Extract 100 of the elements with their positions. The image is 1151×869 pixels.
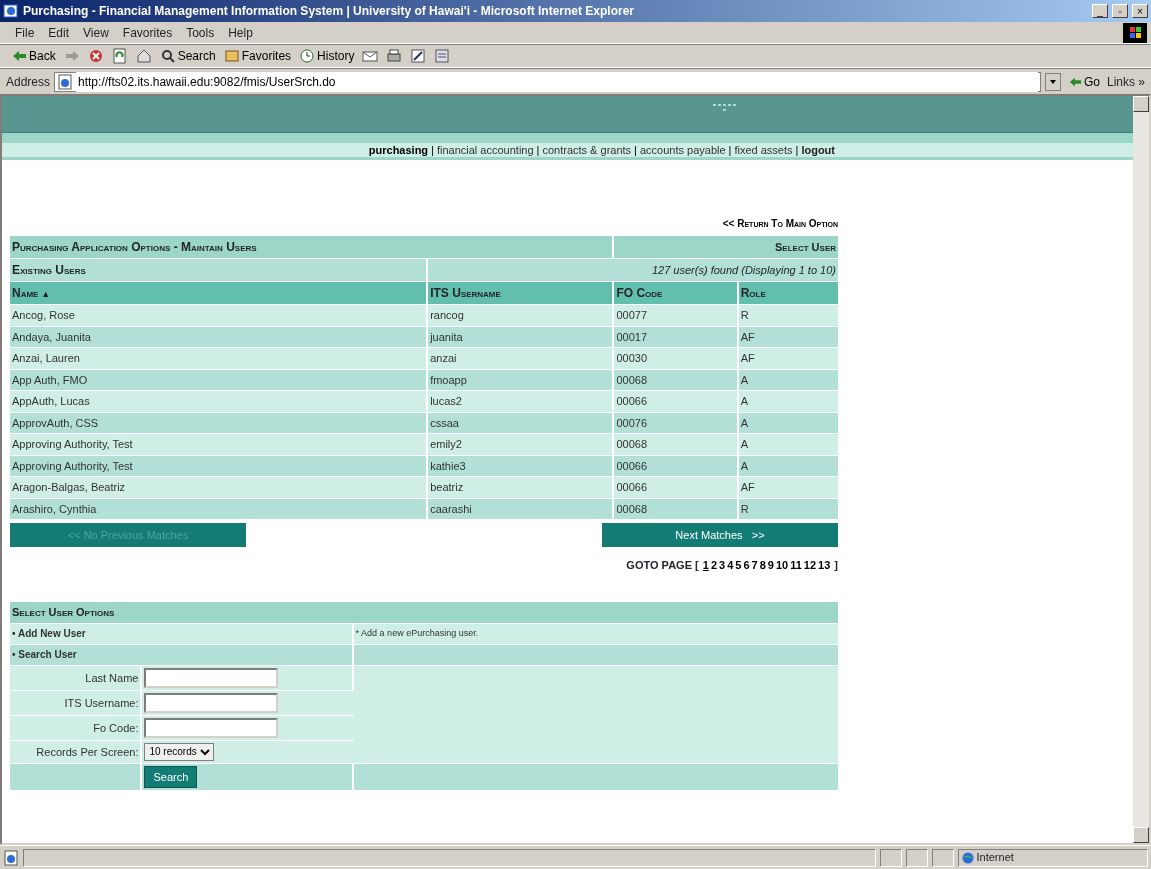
table-cell: 00066 [614,391,739,412]
clock-icon [299,48,316,64]
name-cell[interactable]: Arashiro, Cynthia [10,498,429,519]
separator: | [430,142,435,158]
name-cell[interactable]: Anzai, Lauren [10,348,429,369]
separator: | [727,142,733,158]
table-cell: 00066 [614,477,739,498]
search-button[interactable]: Search [144,765,198,789]
page-link[interactable]: 6 [743,558,750,571]
goto-label: ] [834,558,838,571]
table-cell: anzai [428,348,615,369]
maximize-button[interactable]: ▫ [1112,4,1128,18]
menu-item[interactable]: Favorites [115,23,180,42]
return-link[interactable]: << Return To Main Option [722,216,838,231]
table-cell: 00068 [614,434,739,455]
field-label: Records Per Screen: [10,740,143,763]
address-field[interactable]: http://fts02.its.hawaii.edu:9082/fmis/UserSrch.do [54,71,1041,92]
menu-item[interactable]: File [8,23,42,42]
search-icon [159,48,176,64]
globe-icon [961,851,974,864]
page-icon [57,73,74,90]
page-link[interactable]: 8 [759,558,766,571]
table-cell-text: R [739,308,750,323]
status-pane [906,848,928,867]
go-button[interactable]: Go [1064,72,1103,91]
sort-arrow-icon: ▲ [41,289,51,299]
field-label: Fo Code: [10,715,143,740]
page-link[interactable]: 4 [727,558,734,571]
window-title: Purchasing - Financial Management Information System | University of Hawai'i - Microsoft Internet Explorer [23,3,635,20]
option-note: * Add a new ePurchasing user. [354,627,480,640]
close-button[interactable]: × [1132,4,1148,18]
favorites-button[interactable]: Favorites [220,47,295,65]
page-link[interactable]: 11 [790,558,802,571]
input-field[interactable] [144,717,279,738]
page-link[interactable]: 5 [735,558,742,571]
page-link[interactable]: 3 [719,558,726,571]
history-button[interactable]: History [296,47,358,65]
separator: | [535,142,541,158]
input-field[interactable] [144,692,279,713]
table-cell: caarashi [428,498,615,519]
table-cell-text: R [739,501,750,517]
table-cell: emily2 [428,434,615,455]
table-cell-text: AF [739,480,756,495]
back-arrow-icon [11,48,27,64]
nav-link[interactable]: accounts payable [639,141,726,159]
windows-logo-icon [1123,22,1147,43]
page-link[interactable]: 2 [710,558,717,571]
name-cell[interactable]: Ancog, Rose [10,305,429,326]
table-cell: rancog [428,305,615,326]
name-cell[interactable]: AppAuth, Lucas [10,391,429,412]
minimize-button[interactable]: _ [1092,4,1108,18]
column-header[interactable]: Role [738,282,838,304]
table-cell: lucas2 [428,391,615,412]
nav-link[interactable]: logout [801,141,835,159]
section-title: Select User Options [11,605,116,621]
result-count: 127 user(s) found (Displaying 1 to 10) [650,262,837,278]
page-link[interactable]: 9 [767,558,774,571]
status-pane [880,848,902,867]
page-link[interactable]: 13 [818,558,831,571]
input-field[interactable] [144,667,279,688]
nav-link[interactable]: purchasing [368,141,429,159]
page-link[interactable]: 7 [751,558,758,571]
table-cell-text: AF [739,351,756,366]
table-cell-text: A [739,458,749,474]
folder-icon [223,48,240,64]
page-link[interactable]: 12 [803,558,816,571]
scrollbar[interactable] [1133,96,1149,843]
page-link[interactable]: 10 [775,558,789,571]
name-cell[interactable]: Approving Authority, Test [10,434,429,455]
nav-link[interactable]: financial accounting [436,141,534,159]
back-button[interactable]: Back [8,47,59,65]
name-cell[interactable]: Aragon-Balgas, Beatriz [10,477,429,498]
next-button[interactable]: Next Matches >> [602,522,838,547]
separator: | [633,142,638,158]
table-cell-text: A [739,415,749,431]
menu-item[interactable]: Tools [179,23,222,42]
table-cell: 00068 [614,498,739,519]
table-cell: 00030 [614,348,739,369]
search-button[interactable]: Search [156,47,219,65]
status-pane [932,848,954,867]
menu-item[interactable]: Edit [41,23,77,42]
field-label: ITS Username: [10,690,143,715]
zone-label: Internet [976,850,1014,866]
field-label: Last Name [10,665,143,690]
browser-page-icon [3,3,19,19]
menu-item[interactable]: Help [221,23,260,42]
table-cell-text: A [739,437,749,452]
goto-label: GOTO PAGE [ [626,558,699,571]
table-cell: 00077 [614,305,739,326]
panel-action: Select User [774,239,837,255]
table-cell-text: A [739,372,749,388]
table-cell-text: A [739,394,749,409]
table-cell: beatriz [428,477,615,498]
links-label[interactable]: Links » [1106,72,1145,91]
records-dropdown[interactable]: 10 records [144,742,215,761]
add-user-link[interactable]: • Add New User [10,623,354,644]
nav-link[interactable]: contracts & grants [542,141,632,159]
nav-link[interactable]: fixed assets [734,141,793,159]
page-link[interactable]: 1 [702,558,709,571]
menu-item[interactable]: View [76,23,116,42]
